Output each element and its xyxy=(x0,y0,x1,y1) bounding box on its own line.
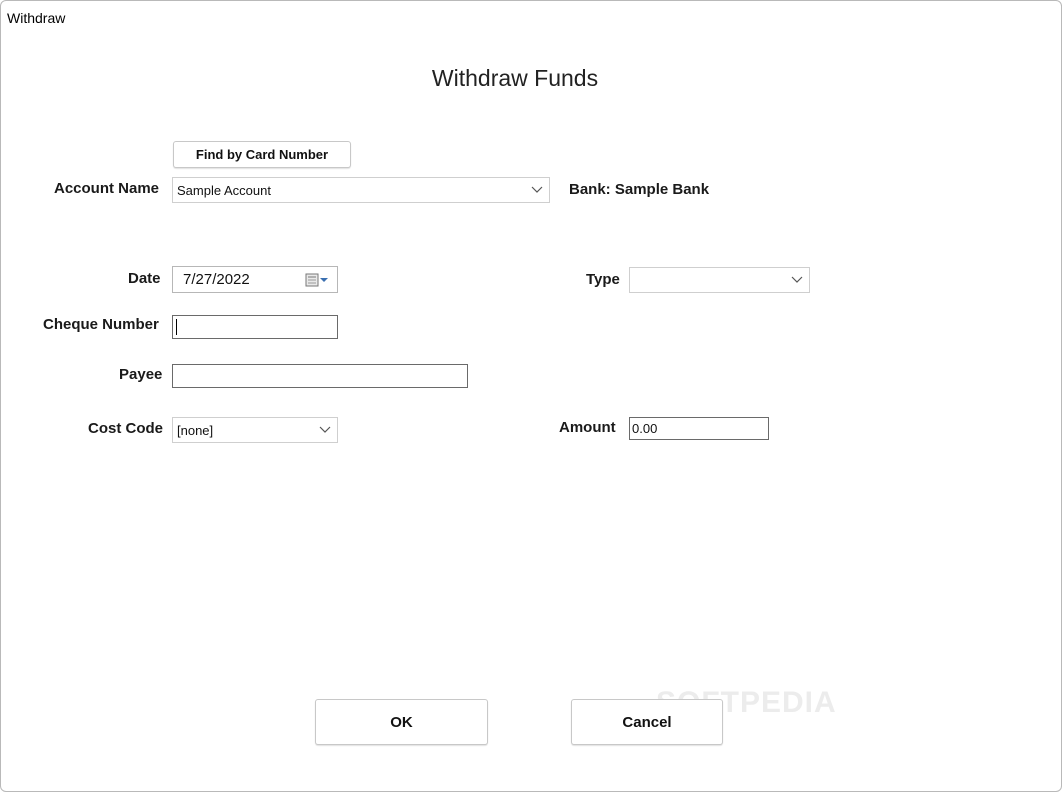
chevron-down-icon xyxy=(531,186,543,193)
ok-button[interactable]: OK xyxy=(315,699,488,745)
date-value: 7/27/2022 xyxy=(183,271,250,288)
type-select[interactable] xyxy=(629,267,810,293)
text-caret xyxy=(176,319,177,335)
cheque-number-label: Cheque Number xyxy=(43,316,159,333)
find-by-card-number-button[interactable]: Find by Card Number xyxy=(173,141,351,168)
page-title: Withdraw Funds xyxy=(431,65,599,91)
amount-label: Amount xyxy=(559,419,616,436)
payee-field[interactable] xyxy=(172,364,468,388)
cheque-number-field[interactable] xyxy=(172,315,338,339)
account-name-select[interactable]: Sample Account xyxy=(172,177,550,203)
cost-code-label: Cost Code xyxy=(88,420,163,437)
withdraw-dialog: Withdraw Withdraw Funds Find by Card Num… xyxy=(0,0,1062,792)
account-name-value: Sample Account xyxy=(177,182,271,198)
cancel-button[interactable]: Cancel xyxy=(571,699,723,745)
cost-code-select[interactable]: [none] xyxy=(172,417,338,443)
amount-field[interactable]: 0.00 xyxy=(629,417,769,440)
account-name-label: Account Name xyxy=(54,180,160,197)
amount-value: 0.00 xyxy=(632,421,658,436)
cost-code-value: [none] xyxy=(177,422,214,438)
date-picker[interactable]: 7/27/2022 xyxy=(172,266,338,293)
bank-label: Bank: Sample Bank xyxy=(569,181,710,198)
date-label: Date xyxy=(128,270,161,287)
chevron-down-icon xyxy=(791,276,803,283)
chevron-down-icon xyxy=(319,426,331,433)
payee-label: Payee xyxy=(119,366,163,383)
calendar-icon[interactable] xyxy=(305,273,329,287)
window-title: Withdraw xyxy=(7,10,66,26)
type-label: Type xyxy=(586,271,620,288)
